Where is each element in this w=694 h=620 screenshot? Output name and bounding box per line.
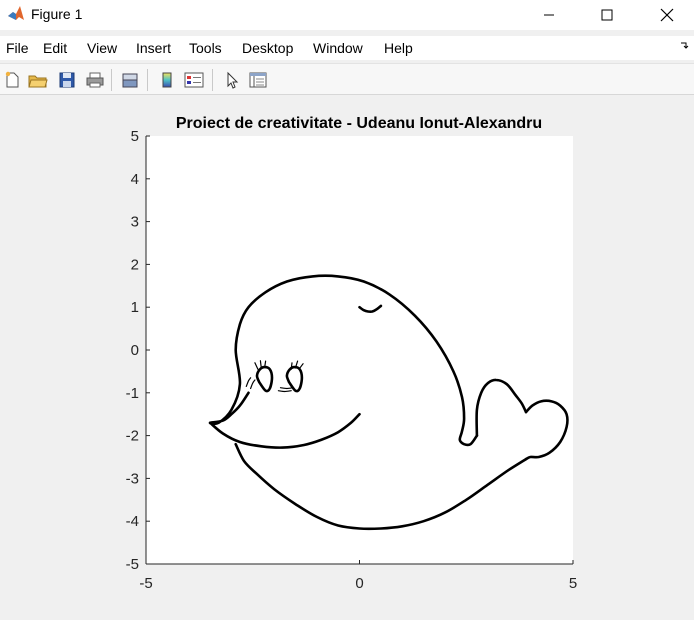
y-tick-label: 0	[131, 342, 139, 359]
chart-title: Proiect de creativitate - Udeanu Ionut-A…	[176, 115, 542, 132]
y-tick-label: -4	[126, 513, 139, 530]
y-tick-label: -5	[126, 556, 139, 573]
y-tick-label: 4	[131, 171, 139, 188]
axes-background[interactable]	[146, 136, 573, 564]
y-tick-label: -3	[126, 470, 139, 487]
figure-canvas: Proiect de creativitate - Udeanu Ionut-A…	[126, 115, 578, 592]
y-tick-label: 3	[131, 214, 139, 231]
x-tick-label: -5	[139, 575, 152, 592]
y-tick-label: 5	[131, 128, 139, 145]
x-tick-label: 0	[355, 575, 363, 592]
y-tick-label: 2	[131, 256, 139, 273]
figure-window: Figure 1 File Edit View Insert Tools Des…	[0, 0, 694, 620]
y-tick-label: 1	[131, 299, 139, 316]
y-tick-label: -1	[126, 385, 139, 402]
y-tick-label: -2	[126, 428, 139, 445]
x-tick-label: 5	[569, 575, 577, 592]
